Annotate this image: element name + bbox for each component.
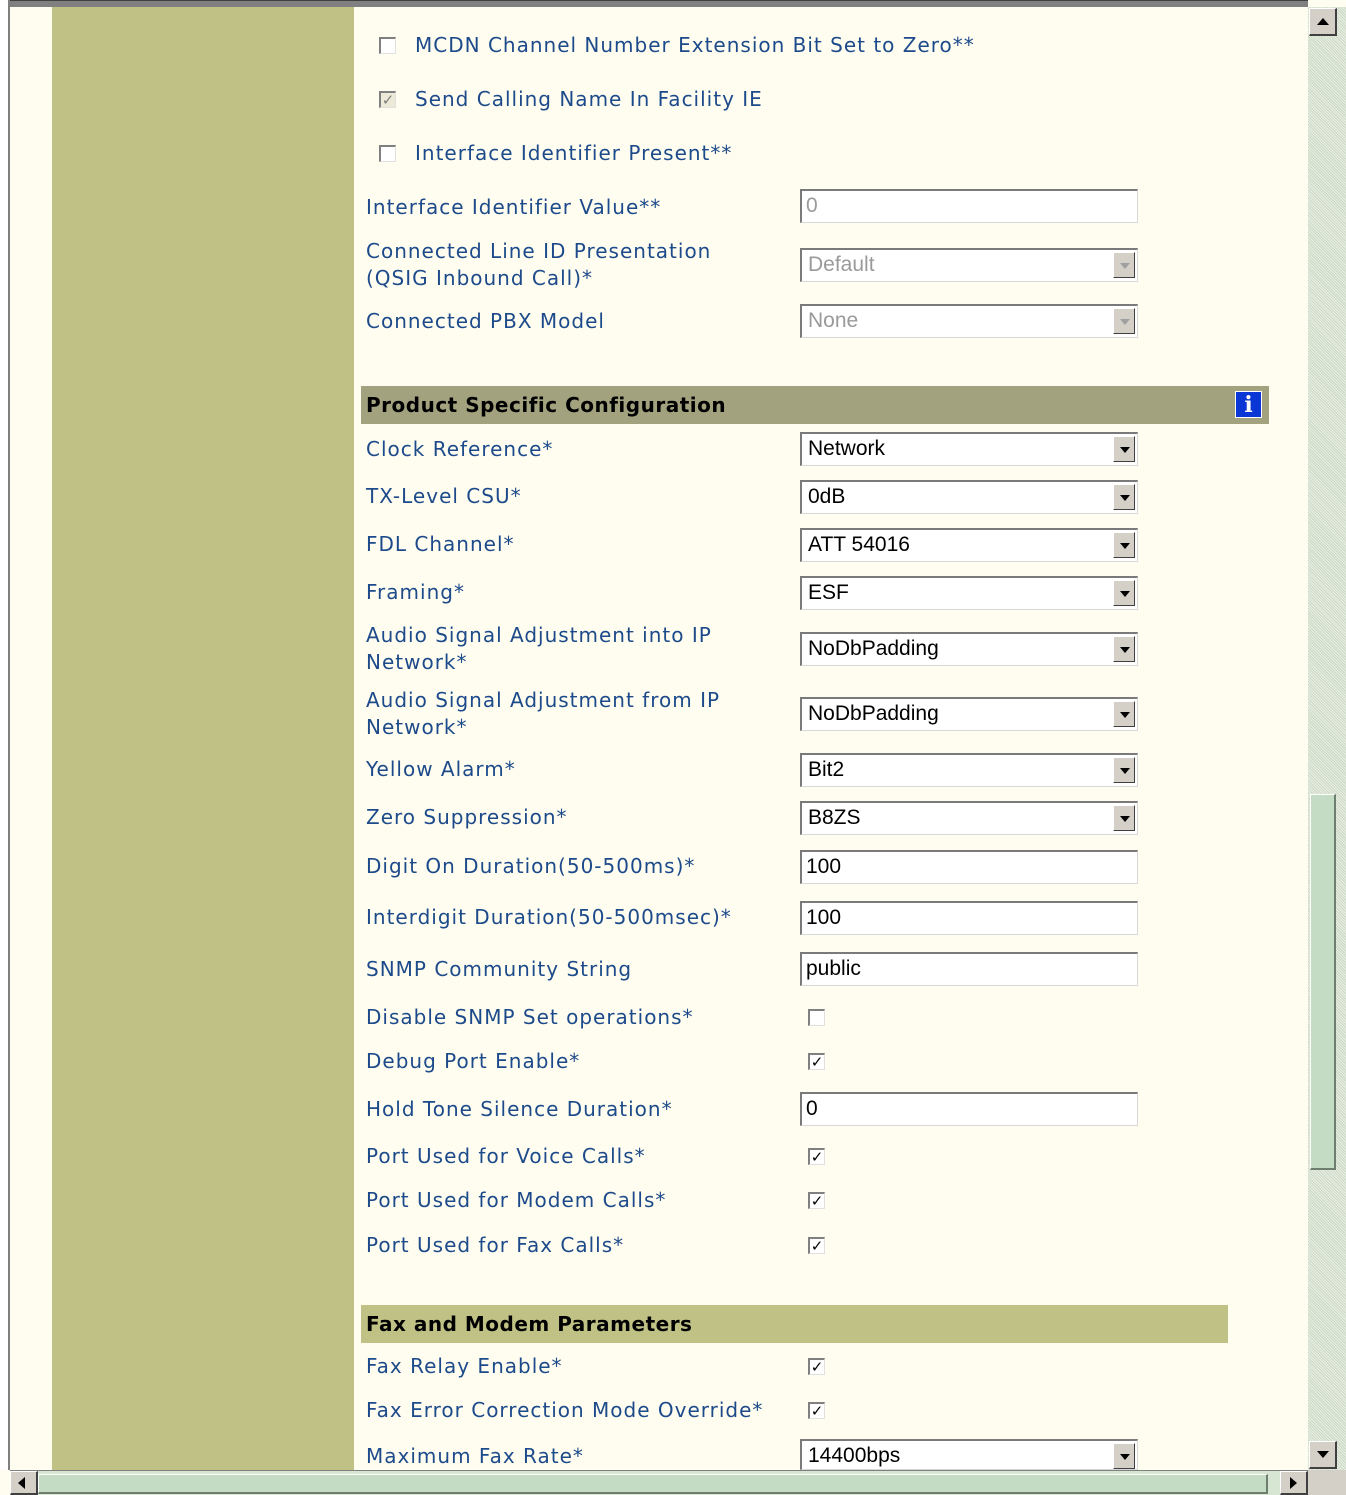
send-calling-name-checkbox[interactable]: ✓ [379,91,396,108]
sidebar-band [52,7,354,1470]
interface-id-value-label: Interface Identifier Value** [366,195,662,219]
clock-ref-value: Network [808,437,886,460]
zero-suppression-select[interactable]: B8ZS [800,801,1138,835]
tx-level-label: TX-Level CSU* [366,484,522,508]
zero-suppression-value: B8ZS [808,806,861,829]
max-fax-rate-select[interactable]: 14400bps [800,1439,1138,1470]
chevron-down-icon[interactable] [1113,436,1135,462]
modem-calls-checkbox[interactable]: ✓ [808,1192,825,1209]
framing-value: ESF [808,581,849,604]
chevron-down-icon[interactable] [1113,757,1135,783]
zero-suppression-label: Zero Suppression* [366,805,568,829]
max-fax-rate-value: 14400bps [808,1444,901,1467]
hold-tone-label: Hold Tone Silence Duration* [366,1097,673,1121]
scrollbar-corner [1308,1470,1346,1495]
window-top-edge [10,0,1308,7]
connected-line-label-2: (QSIG Inbound Call)* [366,266,594,290]
voice-calls-label: Port Used for Voice Calls* [366,1144,646,1168]
scroll-left-button[interactable] [10,1471,38,1495]
chevron-down-icon[interactable] [1113,805,1135,831]
pbx-model-select[interactable]: None [800,304,1138,338]
interface-id-value-input[interactable]: 0 [800,189,1138,223]
vertical-scrollbar[interactable] [1308,7,1346,1470]
mcdn-checkbox[interactable] [379,37,396,54]
modem-calls-label: Port Used for Modem Calls* [366,1188,667,1212]
scroll-right-button[interactable] [1280,1471,1308,1495]
framing-select[interactable]: ESF [800,576,1138,610]
clock-ref-select[interactable]: Network [800,432,1138,466]
chevron-down-icon[interactable] [1113,580,1135,606]
window-left-edge [0,0,10,1470]
fax-modem-title: Fax and Modem Parameters [366,1312,693,1336]
clock-ref-label: Clock Reference* [366,437,554,461]
info-icon[interactable]: i [1235,391,1262,418]
interface-id-present-checkbox[interactable] [379,145,396,162]
yellow-alarm-label: Yellow Alarm* [366,757,516,781]
digit-on-duration-label: Digit On Duration(50-500ms)* [366,854,696,878]
fax-modem-header: Fax and Modem Parameters [361,1305,1228,1343]
left-gutter [10,7,52,1470]
pbx-model-value: None [808,309,859,332]
tx-level-value: 0dB [808,485,846,508]
scroll-down-button[interactable] [1309,1441,1337,1469]
interdigit-duration-input[interactable]: 100 [800,901,1138,935]
vertical-scroll-thumb[interactable] [1310,794,1336,1170]
audio-from-ip-select[interactable]: NoDbPadding [800,697,1138,731]
fdl-channel-label: FDL Channel* [366,532,515,556]
audio-from-ip-label-1: Audio Signal Adjustment from IP [366,688,721,712]
fax-ecm-label: Fax Error Correction Mode Override* [366,1398,764,1422]
interdigit-duration-label: Interdigit Duration(50-500msec)* [366,905,732,929]
product-config-title: Product Specific Configuration [366,393,727,417]
fax-calls-label: Port Used for Fax Calls* [366,1233,625,1257]
scroll-up-button[interactable] [1309,8,1337,36]
yellow-alarm-value: Bit2 [808,758,845,781]
send-calling-name-label: Send Calling Name In Facility IE [415,87,763,111]
audio-into-ip-label-1: Audio Signal Adjustment into IP [366,623,712,647]
max-fax-rate-label: Maximum Fax Rate* [366,1444,584,1468]
yellow-alarm-select[interactable]: Bit2 [800,753,1138,787]
fdl-channel-select[interactable]: ATT 54016 [800,528,1138,562]
chevron-down-icon[interactable] [1113,701,1135,727]
tx-level-select[interactable]: 0dB [800,480,1138,514]
snmp-community-input[interactable]: public [800,952,1138,986]
debug-port-checkbox[interactable]: ✓ [808,1053,825,1070]
fax-ecm-checkbox[interactable]: ✓ [808,1402,825,1419]
voice-calls-checkbox[interactable]: ✓ [808,1148,825,1165]
disable-snmp-checkbox[interactable] [808,1009,825,1026]
debug-port-label: Debug Port Enable* [366,1049,581,1073]
audio-from-ip-label-2: Network* [366,715,468,739]
chevron-down-icon[interactable] [1113,532,1135,558]
chevron-down-icon[interactable] [1113,636,1135,662]
fax-relay-checkbox[interactable]: ✓ [808,1358,825,1375]
chevron-down-icon[interactable] [1113,308,1135,334]
audio-into-ip-select[interactable]: NoDbPadding [800,632,1138,666]
digit-on-duration-input[interactable]: 100 [800,850,1138,884]
framing-label: Framing* [366,580,465,604]
fax-calls-checkbox[interactable]: ✓ [808,1237,825,1254]
chevron-down-icon[interactable] [1113,1443,1135,1469]
connected-line-select[interactable]: Default [800,248,1138,282]
connected-line-value: Default [808,253,875,276]
snmp-community-label: SNMP Community String [366,957,633,981]
audio-into-ip-value: NoDbPadding [808,637,939,660]
fax-relay-label: Fax Relay Enable* [366,1354,563,1378]
audio-from-ip-value: NoDbPadding [808,702,939,725]
pbx-model-label: Connected PBX Model [366,309,605,333]
fdl-channel-value: ATT 54016 [808,533,910,556]
chevron-down-icon[interactable] [1113,252,1135,278]
product-config-header: Product Specific Configuration [361,386,1269,424]
audio-into-ip-label-2: Network* [366,650,468,674]
chevron-down-icon[interactable] [1113,484,1135,510]
hold-tone-input[interactable]: 0 [800,1092,1138,1126]
connected-line-label-1: Connected Line ID Presentation [366,239,712,263]
horizontal-scroll-thumb[interactable] [38,1474,1268,1494]
interface-id-present-label: Interface Identifier Present** [415,141,733,165]
mcdn-label: MCDN Channel Number Extension Bit Set to… [415,33,975,57]
disable-snmp-label: Disable SNMP Set operations* [366,1005,694,1029]
